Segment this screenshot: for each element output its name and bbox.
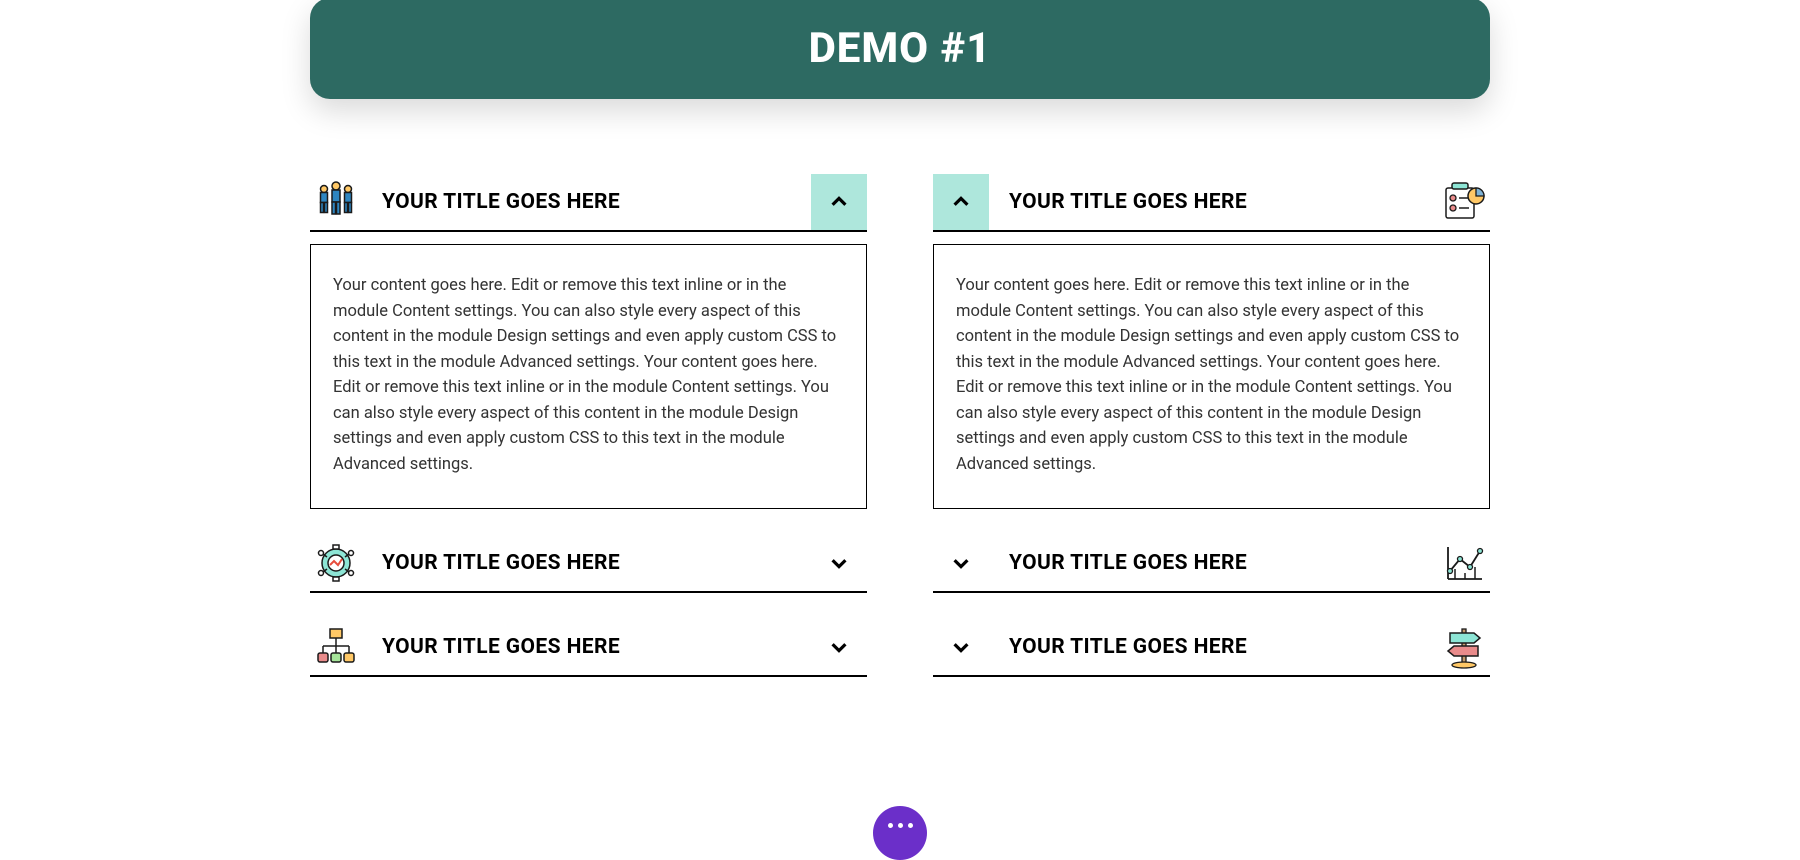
chevron-up-icon — [950, 191, 972, 213]
chevron-down-icon — [950, 552, 972, 574]
accordion-item: YOUR TITLE GOES HERE Your content goes h… — [933, 174, 1490, 509]
page-title: DEMO #1 — [310, 24, 1490, 73]
flowchart-icon — [310, 621, 362, 673]
planning-board-icon — [1438, 176, 1490, 228]
dot-icon — [898, 823, 903, 828]
accordion-header[interactable]: YOUR TITLE GOES HERE — [933, 535, 1490, 593]
chevron-up-icon — [828, 191, 850, 213]
chat-fab[interactable] — [873, 806, 927, 860]
accordion-title: YOUR TITLE GOES HERE — [1009, 635, 1418, 659]
demo-header: DEMO #1 — [310, 0, 1490, 99]
accordion-item: YOUR TITLE GOES HERE — [933, 535, 1490, 593]
accordion-title: YOUR TITLE GOES HERE — [382, 190, 791, 214]
accordion-column-right: YOUR TITLE GOES HERE Your content goes h… — [933, 174, 1490, 703]
accordion-item: YOUR TITLE GOES HERE — [933, 619, 1490, 677]
accordion-body: Your content goes here. Edit or remove t… — [933, 244, 1490, 509]
accordion-header[interactable]: YOUR TITLE GOES HERE — [933, 619, 1490, 677]
accordion-toggle[interactable] — [933, 174, 989, 230]
line-chart-icon — [1438, 537, 1490, 589]
accordion-title: YOUR TITLE GOES HERE — [382, 635, 791, 659]
accordion-toggle[interactable] — [933, 535, 989, 591]
dot-icon — [908, 823, 913, 828]
accordion-title: YOUR TITLE GOES HERE — [1009, 551, 1418, 575]
team-icon — [310, 176, 362, 228]
chevron-down-icon — [828, 636, 850, 658]
gear-analytics-icon — [310, 537, 362, 589]
accordion-toggle[interactable] — [933, 619, 989, 675]
accordion-title: YOUR TITLE GOES HERE — [1009, 190, 1418, 214]
dot-icon — [888, 823, 893, 828]
accordion-title: YOUR TITLE GOES HERE — [382, 551, 791, 575]
accordion-body: Your content goes here. Edit or remove t… — [310, 244, 867, 509]
chevron-down-icon — [828, 552, 850, 574]
accordion-header[interactable]: YOUR TITLE GOES HERE — [310, 535, 867, 593]
signpost-icon — [1438, 621, 1490, 673]
accordion-header[interactable]: YOUR TITLE GOES HERE — [310, 174, 867, 232]
accordion-toggle[interactable] — [811, 619, 867, 675]
accordion-container: YOUR TITLE GOES HERE Your content goes h… — [310, 174, 1490, 703]
accordion-item: YOUR TITLE GOES HERE — [310, 535, 867, 593]
chevron-down-icon — [950, 636, 972, 658]
accordion-toggle[interactable] — [811, 535, 867, 591]
accordion-item: YOUR TITLE GOES HERE Your content goes h… — [310, 174, 867, 509]
accordion-column-left: YOUR TITLE GOES HERE Your content goes h… — [310, 174, 867, 703]
accordion-toggle[interactable] — [811, 174, 867, 230]
accordion-header[interactable]: YOUR TITLE GOES HERE — [310, 619, 867, 677]
accordion-item: YOUR TITLE GOES HERE — [310, 619, 867, 677]
accordion-header[interactable]: YOUR TITLE GOES HERE — [933, 174, 1490, 232]
